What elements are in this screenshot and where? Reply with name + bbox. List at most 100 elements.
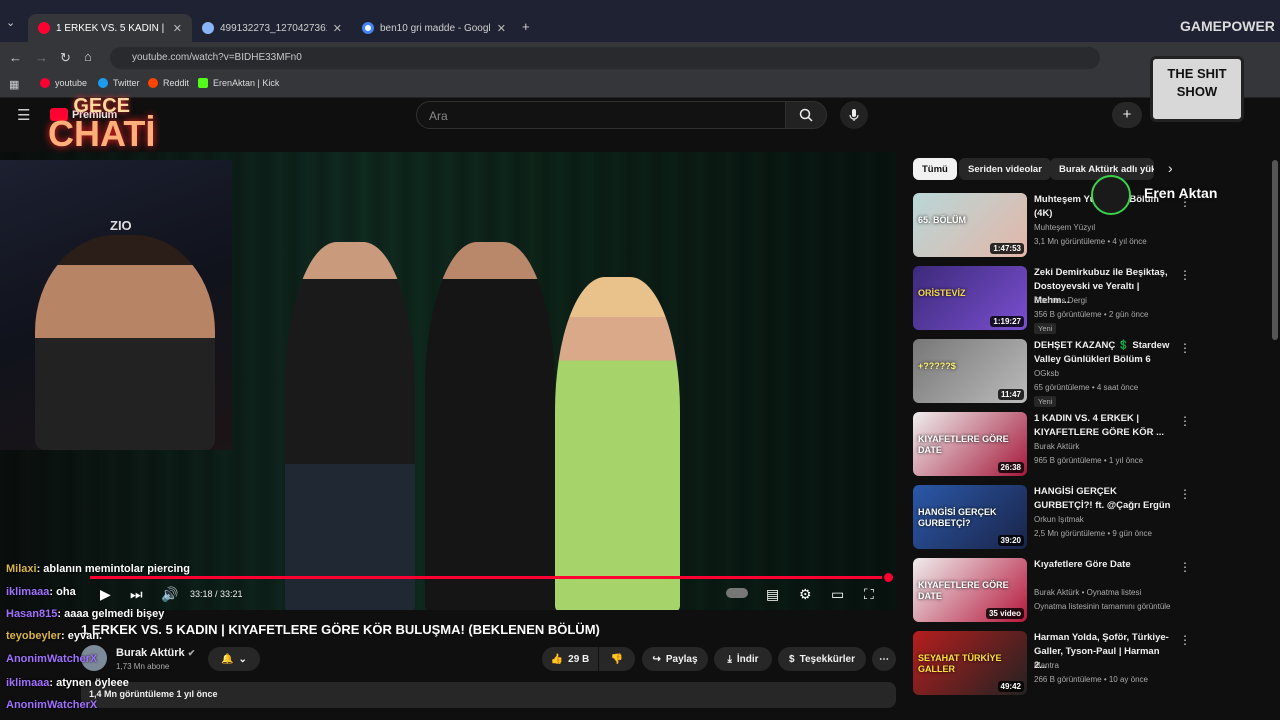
chat-text: : oha bbox=[49, 586, 76, 598]
recommendation-item[interactable]: ORİSTEVİZ 1:19:27 Zeki Demirkubuz ile Be… bbox=[913, 266, 1273, 334]
thumbnail-caption: KIYAFETLERE GÖRE DATE bbox=[918, 434, 1009, 455]
tab-title: ben10 gri madde - Google'da A... bbox=[380, 22, 491, 34]
video-thumbnail[interactable]: ORİSTEVİZ 1:19:27 bbox=[913, 266, 1027, 330]
recommendation-channel[interactable]: OGksb bbox=[1034, 369, 1059, 378]
video-person-1 bbox=[285, 242, 415, 610]
chevron-right-icon[interactable]: › bbox=[1168, 160, 1173, 176]
recommendation-item[interactable]: +?????$ 11:47 DEHŞET KAZANÇ 💲 Stardew Va… bbox=[913, 339, 1273, 407]
bookmark-kick[interactable]: ErenAktan | Kick bbox=[198, 78, 279, 88]
close-tab-icon[interactable]: ✕ bbox=[333, 22, 342, 35]
subtitles-icon[interactable]: ▤ bbox=[766, 586, 779, 603]
more-options-icon[interactable]: ⋮ bbox=[1179, 560, 1191, 574]
like-button[interactable]: 👍 29 B bbox=[542, 647, 598, 671]
video-thumbnail[interactable]: 65. BÖLÜM 1:47:53 bbox=[913, 193, 1027, 257]
video-progress-bar[interactable] bbox=[90, 576, 882, 579]
fullscreen-icon[interactable]: ⛶ bbox=[864, 586, 874, 603]
recommendation-title[interactable]: 1 KADIN VS. 4 ERKEK | KIYAFETLERE GÖRE K… bbox=[1034, 412, 1174, 440]
thumbnail-caption: SEYAHAT TÜRKİYE GALLER bbox=[918, 653, 1002, 674]
more-options-icon[interactable]: ⋮ bbox=[1179, 268, 1191, 282]
next-video-icon[interactable]: ⏭ bbox=[130, 586, 143, 603]
address-bar[interactable]: youtube.com/watch?v=BIDHE33MFn0 bbox=[110, 47, 1100, 69]
create-button[interactable]: + bbox=[1112, 102, 1142, 128]
video-duration: 11:47 bbox=[997, 389, 1024, 400]
page-scrollbar[interactable] bbox=[1272, 160, 1278, 340]
channel-name[interactable]: Burak Aktürk ✔ bbox=[116, 647, 195, 659]
close-tab-icon[interactable]: ✕ bbox=[173, 22, 182, 35]
tab-image[interactable]: 499132273_1270427361115190... ✕ bbox=[192, 14, 352, 42]
search-button[interactable] bbox=[785, 101, 827, 129]
reload-icon[interactable]: ↻ bbox=[60, 50, 71, 66]
chip-all[interactable]: Tümü bbox=[913, 158, 957, 180]
share-button[interactable]: ↪ Paylaş bbox=[642, 647, 708, 671]
home-icon[interactable]: ⌂ bbox=[84, 49, 92, 64]
chip-series[interactable]: Seriden videolar bbox=[959, 158, 1051, 180]
super-thanks-icon: $ bbox=[789, 653, 795, 665]
recommendation-channel[interactable]: Socrates Dergi bbox=[1034, 296, 1087, 305]
kick-favicon-icon bbox=[198, 78, 208, 88]
theater-mode-icon[interactable]: ▭ bbox=[831, 586, 844, 603]
autoplay-toggle-icon[interactable] bbox=[726, 588, 748, 598]
search-icon bbox=[799, 108, 813, 122]
recommendation-channel[interactable]: Orkun Işıtmak bbox=[1034, 515, 1084, 524]
more-options-icon[interactable]: ⋮ bbox=[1179, 414, 1191, 428]
chat-message: iklimaaa: oha bbox=[6, 586, 76, 598]
video-thumbnail[interactable]: SEYAHAT TÜRKİYE GALLER 49:42 bbox=[913, 631, 1027, 695]
play-icon[interactable]: ▶ bbox=[100, 586, 111, 603]
recommendation-meta: 266 B görüntüleme • 10 ay önce bbox=[1034, 675, 1148, 684]
recommendation-title[interactable]: HANGİSİ GERÇEK GURBETÇİ?! ft. @Çağrı Erg… bbox=[1034, 485, 1174, 513]
bookmark-twitter[interactable]: Twitter bbox=[98, 78, 140, 88]
recommendation-item[interactable]: SEYAHAT TÜRKİYE GALLER 49:42 Harman Yold… bbox=[913, 631, 1273, 697]
recommendation-title[interactable]: Kıyafetlere Göre Date bbox=[1034, 558, 1174, 572]
description-box[interactable]: 1,4 Mn görüntüleme 1 yıl önce bbox=[81, 682, 896, 708]
video-person-3 bbox=[555, 277, 680, 610]
bookmark-youtube[interactable]: youtube bbox=[40, 78, 87, 88]
more-options-icon[interactable]: ⋮ bbox=[1179, 633, 1191, 647]
recommendation-channel[interactable]: Burak Aktürk bbox=[1034, 442, 1079, 451]
close-tab-icon[interactable]: ✕ bbox=[497, 22, 506, 35]
recommendation-item[interactable]: HANGİSİ GERÇEK GURBETÇİ? 39:20 HANGİSİ G… bbox=[913, 485, 1273, 551]
forward-arrow-icon[interactable]: → bbox=[35, 50, 48, 65]
bookmark-label: Reddit bbox=[163, 78, 190, 88]
voice-search-button[interactable] bbox=[840, 101, 868, 129]
video-thumbnail[interactable]: KIYAFETLERE GÖRE DATE 35 video bbox=[913, 558, 1027, 622]
thumbnail-caption: 65. BÖLÜM bbox=[918, 215, 967, 225]
more-options-icon[interactable]: ⋮ bbox=[1179, 487, 1191, 501]
show-title: THE SHIT SHOW bbox=[1167, 66, 1227, 99]
views-date-text: 1,4 Mn görüntüleme 1 yıl önce bbox=[89, 689, 218, 699]
hamburger-menu-icon[interactable]: ☰ bbox=[17, 106, 30, 124]
tab-google[interactable]: ben10 gri madde - Google'da A... ✕ bbox=[352, 14, 516, 42]
chat-username: Hasan815 bbox=[6, 608, 58, 620]
recommendation-item[interactable]: KIYAFETLERE GÖRE DATE 35 video Kıyafetle… bbox=[913, 558, 1273, 624]
new-tab-button[interactable]: + bbox=[522, 19, 530, 34]
recommendation-channel[interactable]: Burak Aktürk • Oynatma listesi bbox=[1034, 588, 1141, 597]
volume-icon[interactable]: 🔊 bbox=[161, 586, 178, 603]
apps-grid-icon[interactable]: ▦ bbox=[9, 78, 19, 91]
tab-list-icon[interactable]: ⌄ bbox=[6, 16, 15, 29]
thumbs-down-icon: 👎 bbox=[610, 653, 624, 665]
more-options-icon[interactable]: ⋮ bbox=[1179, 341, 1191, 355]
recommendation-item[interactable]: KIYAFETLERE GÖRE DATE 26:38 1 KADIN VS. … bbox=[913, 412, 1273, 478]
recommendation-channel[interactable]: Muhteşem Yüzyıl bbox=[1034, 223, 1095, 232]
progress-scrubber[interactable] bbox=[884, 573, 893, 582]
tab-title: 1 ERKEK VS. 5 KADIN | KIYAFE... bbox=[56, 22, 166, 34]
chat-text: : atynen öyleee bbox=[49, 677, 129, 689]
back-arrow-icon[interactable]: ← bbox=[9, 50, 22, 65]
settings-gear-icon[interactable]: ⚙ bbox=[799, 586, 812, 603]
streamer-name: Eren Aktan bbox=[1144, 185, 1218, 201]
bookmark-reddit[interactable]: Reddit bbox=[148, 78, 189, 88]
recommendation-title[interactable]: DEHŞET KAZANÇ 💲 Stardew Valley Günlükler… bbox=[1034, 339, 1174, 367]
subscribe-bell-button[interactable]: 🔔 ⌄ bbox=[208, 647, 260, 671]
video-thumbnail[interactable]: KIYAFETLERE GÖRE DATE 26:38 bbox=[913, 412, 1027, 476]
download-button[interactable]: ⤓ İndir bbox=[714, 647, 772, 671]
bookmark-label: youtube bbox=[55, 78, 88, 88]
dislike-button[interactable]: 👎 bbox=[599, 647, 635, 671]
recommendation-channel[interactable]: Mantra bbox=[1034, 661, 1059, 670]
video-thumbnail[interactable]: HANGİSİ GERÇEK GURBETÇİ? 39:20 bbox=[913, 485, 1027, 549]
tab-youtube[interactable]: 1 ERKEK VS. 5 KADIN | KIYAFE... ✕ bbox=[28, 14, 192, 42]
video-thumbnail[interactable]: +?????$ 11:47 bbox=[913, 339, 1027, 403]
shit-show-logo: THE SHIT SHOW bbox=[1150, 56, 1244, 122]
search-input[interactable]: Ara bbox=[416, 101, 786, 129]
more-actions-button[interactable]: ⋯ bbox=[872, 647, 896, 671]
video-person-2 bbox=[425, 242, 555, 610]
thanks-button[interactable]: $ Teşekkürler bbox=[778, 647, 866, 671]
